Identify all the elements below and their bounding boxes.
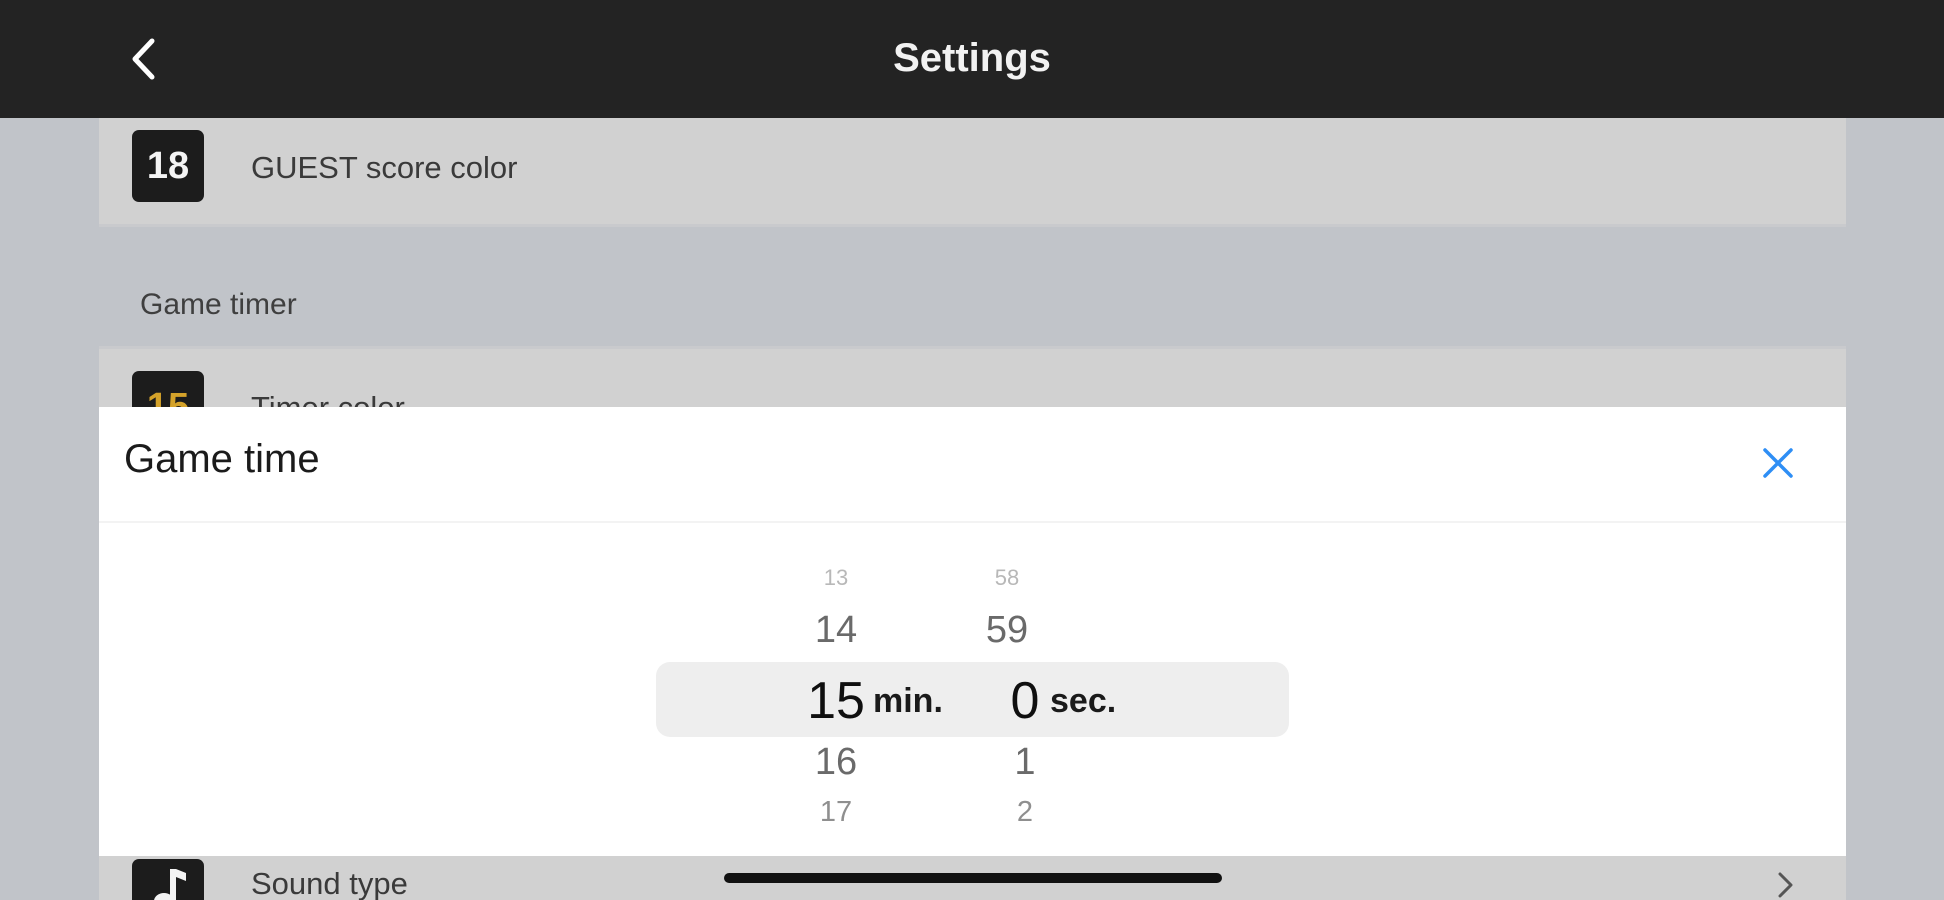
home-indicator bbox=[724, 873, 1222, 883]
close-icon bbox=[1763, 448, 1793, 478]
minutes-option[interactable]: 16 bbox=[815, 741, 857, 784]
dialog-title: Game time bbox=[124, 437, 320, 481]
timer-color-row[interactable]: 15 Timer color bbox=[99, 349, 1846, 407]
seconds-unit: sec. bbox=[1050, 682, 1117, 720]
top-bar: Settings bbox=[0, 0, 1944, 118]
chevron-right-icon bbox=[1778, 872, 1793, 898]
minutes-option[interactable]: 14 bbox=[815, 609, 857, 652]
seconds-option[interactable]: 1 bbox=[1014, 741, 1035, 784]
dialog-divider bbox=[99, 521, 1846, 523]
minutes-option[interactable]: 17 bbox=[820, 796, 852, 829]
picker-selection-highlight bbox=[656, 662, 1289, 737]
guest-score-color-label: GUEST score color bbox=[251, 150, 518, 185]
minutes-selected[interactable]: 15 bbox=[807, 671, 865, 731]
timer-color-label: Timer color bbox=[251, 390, 405, 407]
seconds-option[interactable]: 59 bbox=[986, 609, 1028, 652]
section-header-game-timer: Game timer bbox=[140, 288, 297, 321]
seconds-option[interactable]: 2 bbox=[1017, 796, 1033, 829]
close-button[interactable] bbox=[1752, 437, 1804, 489]
minutes-unit: min. bbox=[873, 682, 943, 720]
timer-color-icon: 15 bbox=[132, 371, 204, 407]
seconds-selected[interactable]: 0 bbox=[1011, 671, 1040, 731]
seconds-option[interactable]: 58 bbox=[995, 565, 1019, 591]
minutes-option[interactable]: 13 bbox=[824, 565, 848, 591]
sound-type-label: Sound type bbox=[251, 866, 408, 900]
game-time-dialog: Game time 13 14 15 16 17 min. 58 59 0 1 … bbox=[99, 407, 1846, 856]
guest-score-icon: 18 bbox=[132, 130, 204, 202]
guest-score-color-row[interactable]: 18 GUEST score color bbox=[99, 118, 1846, 224]
page-title: Settings bbox=[893, 36, 1051, 80]
row-divider bbox=[99, 224, 1846, 227]
music-note-icon bbox=[132, 859, 204, 900]
